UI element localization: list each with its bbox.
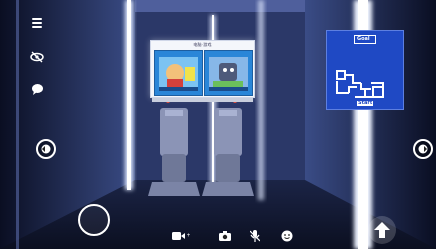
movement-joystick[interactable] [78,204,110,236]
poster-panel-left [154,50,203,96]
wall-poster[interactable]: 电脑·游戏 [150,40,255,98]
turn-right-button[interactable] [413,139,433,159]
minimap-goal-label: Goal [357,36,370,42]
minimap-maze [336,35,384,106]
arrow-up-icon [374,222,390,238]
bottom-toolbar: + [168,226,298,246]
turn-left-button[interactable] [36,139,56,159]
video-badge: + [186,233,191,239]
turn-right-icon [418,144,428,154]
minimap[interactable]: Goal Start [326,30,404,110]
menu-icon[interactable] [30,16,44,30]
turn-left-icon [41,144,51,154]
chat-bubble-icon[interactable] [30,82,44,96]
game-viewport[interactable]: 电脑·游戏 + Goal Start [0,0,436,249]
poster-title: 电脑·游戏 [193,42,212,47]
eye-icon[interactable] [29,50,45,64]
emoji-icon[interactable] [280,229,294,243]
mic-off-icon[interactable] [248,229,262,243]
video-icon[interactable]: + [170,229,192,243]
jump-button[interactable] [368,216,396,244]
camera-icon[interactable] [218,229,232,243]
minimap-start-label: Start [358,100,373,106]
poster-base-strip [152,98,253,102]
poster-panel-right [204,50,253,96]
